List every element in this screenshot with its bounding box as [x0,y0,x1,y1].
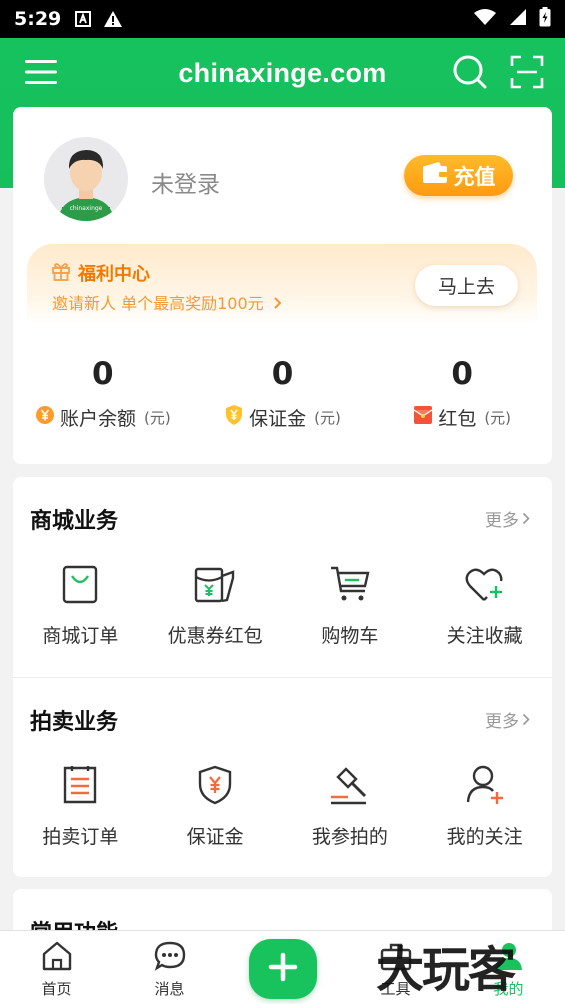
chevron-right-icon [522,512,530,525]
stat-label: 红包 [438,408,477,430]
auction-follows[interactable]: 我的关注 [417,762,552,849]
deposit-shield-icon [148,762,283,808]
heart-plus-icon [417,561,552,607]
stat-label: 保证金 [249,408,307,430]
stat-value: 0 [271,356,294,392]
mall-cart[interactable]: 购物车 [283,561,418,648]
wifi-icon [473,8,497,30]
yuan-coin-icon [35,405,55,430]
app-title: chinaxinge.com [178,57,387,88]
shield-yuan-icon [224,404,244,431]
scan-icon[interactable] [509,54,545,90]
user-plus-icon [417,762,552,808]
grid-label: 我的关注 [446,826,523,848]
stat-label: 账户余额 [59,408,136,430]
nav-label: 消息 [154,980,185,998]
chevron-right-icon [522,713,530,726]
red-envelope-icon [413,405,433,430]
recharge-label: 充值 [453,164,496,189]
menu-icon[interactable] [23,54,59,90]
gavel-icon [283,762,418,808]
wallet-icon [422,162,448,189]
avatar[interactable]: chinaxinge [44,137,128,221]
stat-balance[interactable]: 0 账户余额 (元) [13,354,193,431]
account-stats: 0 账户余额 (元) 0 保证金 (元) 0 红包 (元) [13,354,552,431]
shopping-bag-icon [13,561,148,607]
warning-icon [103,10,123,28]
app-header: chinaxinge.com [0,38,565,108]
stat-value: 0 [451,356,473,392]
stat-deposit[interactable]: 0 保证金 (元) [193,354,373,431]
business-card: 商城业务 更多 商城订单 优惠券红包 购物车 关注收藏 拍卖业务 更多 拍卖订单… [13,477,552,877]
grid-label: 保证金 [186,826,244,848]
grid-label: 关注收藏 [446,625,523,647]
mall-grid: 商城订单 优惠券红包 购物车 关注收藏 [13,561,552,648]
welfare-title: 福利中心 [78,264,150,285]
grid-label: 拍卖订单 [42,826,119,848]
avatar-shirt-logo: chinaxinge [70,205,103,212]
welfare-banner[interactable]: 福利中心 邀请新人 单个最高奖励100元 马上去 [27,244,537,324]
auction-grid: 拍卖订单 保证金 我参拍的 我的关注 [13,762,552,849]
nav-label: 首页 [41,980,72,998]
nav-messages[interactable]: 消息 [113,931,226,1004]
welfare-subtitle: 邀请新人 单个最高奖励100元 [52,290,282,314]
auction-deposit[interactable]: 保证金 [148,762,283,849]
battery-icon [539,7,551,31]
grid-label: 购物车 [321,625,379,647]
stat-red-envelope[interactable]: 0 红包 (元) [372,354,552,431]
nav-home[interactable]: 首页 [0,931,113,1004]
grid-label: 商城订单 [42,625,119,647]
auction-more-link[interactable]: 更多 [485,707,530,732]
signal-icon [509,8,527,30]
search-icon[interactable] [452,54,488,90]
status-time: 5:29 [14,8,62,30]
mall-more-link[interactable]: 更多 [485,506,530,531]
auction-orders[interactable]: 拍卖订单 [13,762,148,849]
go-now-button[interactable]: 马上去 [415,265,518,306]
login-status[interactable]: 未登录 [151,165,220,199]
stat-unit: (元) [484,409,512,427]
order-list-icon [13,762,148,808]
message-icon [154,941,186,975]
watermark: 大玩客 [376,942,516,998]
recharge-button[interactable]: 充值 [404,155,513,196]
cart-icon [283,561,418,607]
coupon-icon [148,561,283,607]
mall-orders[interactable]: 商城订单 [13,561,148,648]
gift-icon [51,261,71,285]
nav-add[interactable] [226,931,339,1004]
home-icon [41,941,73,975]
section-divider [13,677,552,678]
a-icon [75,11,92,27]
add-button[interactable] [248,939,317,999]
stat-unit: (元) [143,409,171,427]
stat-value: 0 [92,356,114,392]
auction-bids[interactable]: 我参拍的 [283,762,418,849]
status-bar: 5:29 [0,0,565,38]
stat-unit: (元) [314,409,341,427]
mall-coupons[interactable]: 优惠券红包 [148,561,283,648]
add-icon [268,952,298,986]
grid-label: 优惠券红包 [167,625,263,647]
mall-favorites[interactable]: 关注收藏 [417,561,552,648]
chevron-right-icon [273,295,282,314]
auction-section-title: 拍卖业务 [30,710,119,735]
profile-card: chinaxinge 未登录 充值 福利中心 邀请新人 单个最高奖励100元 马… [13,107,552,464]
mall-section-title: 商城业务 [30,509,119,534]
grid-label: 我参拍的 [311,826,388,848]
